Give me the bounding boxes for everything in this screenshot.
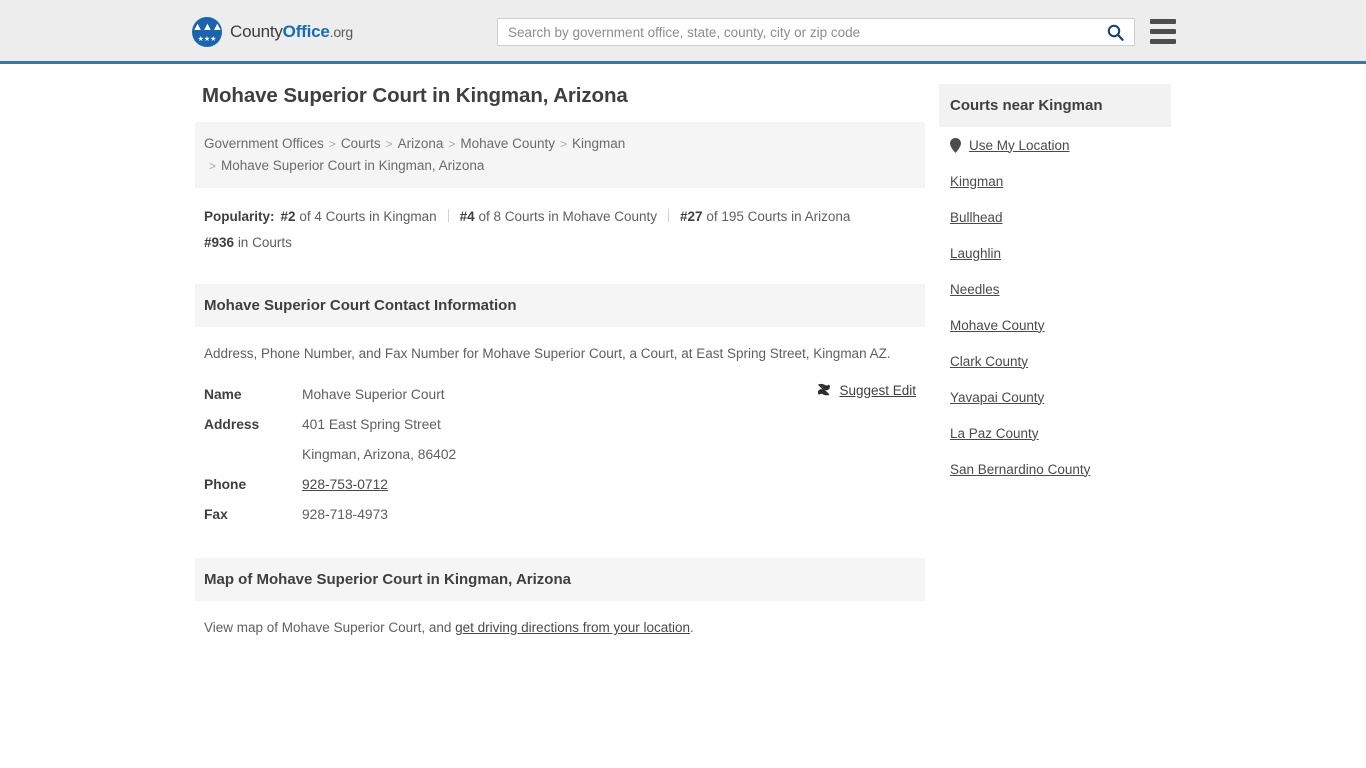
brand-prefix: County [230,22,283,41]
contact-details: Suggest Edit Name Mohave Superior Court … [195,380,925,530]
contact-value-city-state-zip: Kingman, Arizona, 86402 [302,447,457,462]
breadcrumb: Government Offices > Courts > Arizona > Mohave… [195,122,925,188]
sidebar-link[interactable]: Mohave County [950,318,1045,333]
sidebar-link[interactable]: Clark County [950,354,1028,369]
brand-tld: .org [329,24,354,40]
breadcrumb-current: Mohave Superior Court in Kingman, Arizon… [221,158,485,173]
menu-bar-3 [1150,39,1176,44]
breadcrumb-separator: > [448,137,456,151]
breadcrumb-item-arizona[interactable]: Arizona [398,136,444,151]
site-logo-link[interactable]: ▲▲▲ ★★★ CountyOffice.org [192,17,353,47]
sidebar-item-mohave-county[interactable]: Mohave County [950,307,1160,343]
search-icon [1107,24,1124,41]
popularity-text: of 195 Courts in Arizona [706,209,851,224]
suggest-edit-label: Suggest Edit [839,382,916,398]
popularity-rank: #27 [680,209,703,224]
contact-row-phone: Phone 928-753-0712 [195,470,925,500]
contact-row-fax: Fax 928-718-4973 [195,500,925,530]
eagle-seal-icon: ▲▲▲ ★★★ [192,17,222,47]
contact-value-name: Mohave Superior Court [302,387,445,402]
popularity-rank: #2 [280,209,296,224]
breadcrumb-separator: > [209,159,217,173]
site-header: ▲▲▲ ★★★ CountyOffice.org [0,0,1366,64]
contact-label: Fax [204,507,228,522]
breadcrumb-separator: > [385,137,393,151]
popularity-text: in Courts [237,235,292,250]
hamburger-menu-icon[interactable] [1150,19,1176,44]
contact-label: Name [204,387,242,402]
map-section-heading: Map of Mohave Superior Court in Kingman,… [195,558,925,601]
map-section-description: View map of Mohave Superior Court, and g… [204,618,925,638]
popularity-label: Popularity: [204,209,275,224]
contact-value-phone: 928-753-0712 [302,470,388,500]
brand-wordmark: CountyOffice.org [230,22,353,42]
popularity-item-kingman: #2 of 4 Courts in Kingman [281,209,437,224]
sidebar-link[interactable]: Laughlin [950,246,1001,261]
map-text-before: View map of Mohave Superior Court, and [204,620,456,635]
sidebar-item-needles[interactable]: Needles [950,271,1160,307]
sidebar-item-laughlin[interactable]: Laughlin [950,235,1160,271]
sidebar: Courts near Kingman Use My Location King… [939,84,1171,487]
breadcrumb-item-mohave-county[interactable]: Mohave County [460,136,555,151]
sidebar-list: Use My Location Kingman Bullhead Laughli… [939,127,1171,487]
menu-bar-1 [1150,19,1176,24]
suggest-edit-button[interactable]: Suggest Edit [816,382,916,398]
sidebar-link[interactable]: Bullhead [950,210,1003,225]
brand-accent: Office [282,22,330,41]
search-bar [497,18,1135,46]
contact-value-street: 401 East Spring Street [302,417,441,432]
popularity-rank: #936 [204,235,235,250]
sidebar-item-bullhead[interactable]: Bullhead [950,199,1160,235]
popularity-row: Popularity: #2 of 4 Courts in Kingman #4 o… [204,204,925,256]
sidebar-item-san-bernardino-county[interactable]: San Bernardino County [950,451,1160,487]
sidebar-item-yavapai-county[interactable]: Yavapai County [950,379,1160,415]
popularity-text: of 8 Courts in Mohave County [478,209,658,224]
popularity-item-courts: #936 in Courts [204,235,292,250]
phone-link[interactable]: 928-753-0712 [302,477,388,492]
contact-section-description: Address, Phone Number, and Fax Number fo… [204,346,891,361]
sidebar-item-use-my-location[interactable]: Use My Location [950,127,1160,163]
popularity-text: of 4 Courts in Kingman [299,209,437,224]
breadcrumb-item-courts[interactable]: Courts [341,136,381,151]
popularity-item-mohave-county: #4 of 8 Courts in Mohave County [460,209,657,224]
contact-section-heading: Mohave Superior Court Contact Informatio… [195,284,925,327]
contact-row-address: Address 401 East Spring Street [195,410,925,440]
breadcrumb-separator: > [328,137,336,151]
breadcrumb-item-government-offices[interactable]: Government Offices [204,136,324,151]
search-input[interactable] [498,19,1096,45]
contact-label: Address [204,417,260,432]
sidebar-item-la-paz-county[interactable]: La Paz County [950,415,1160,451]
sidebar-link[interactable]: San Bernardino County [950,462,1090,477]
page-title: Mohave Superior Court in Kingman, Arizon… [202,84,628,107]
sidebar-item-kingman[interactable]: Kingman [950,163,1160,199]
breadcrumb-item-kingman[interactable]: Kingman [572,136,625,151]
popularity-divider [668,209,670,222]
map-pin-icon [950,137,961,153]
main-column: Mohave Superior Court in Kingman, Arizon… [195,84,925,638]
sidebar-item-clark-county[interactable]: Clark County [950,343,1160,379]
popularity-divider [447,209,449,222]
edit-suggest-icon [818,383,831,396]
search-button[interactable] [1096,19,1134,45]
popularity-rank: #4 [459,209,475,224]
popularity-item-arizona: #27 of 195 Courts in Arizona [680,209,850,224]
sidebar-link[interactable]: La Paz County [950,426,1039,441]
driving-directions-link[interactable]: get driving directions from your locatio… [455,620,690,635]
contact-value-fax: 928-718-4973 [302,507,388,522]
sidebar-heading: Courts near Kingman [939,84,1171,127]
menu-bar-2 [1150,29,1176,34]
contact-row-address-line2: Kingman, Arizona, 86402 [195,440,925,470]
breadcrumb-separator: > [559,137,567,151]
page-container: Mohave Superior Court in Kingman, Arizon… [195,64,1171,638]
use-my-location-link[interactable]: Use My Location [969,138,1070,153]
sidebar-link[interactable]: Kingman [950,174,1003,189]
sidebar-link[interactable]: Needles [950,282,1000,297]
contact-label: Phone [204,477,247,492]
sidebar-link[interactable]: Yavapai County [950,390,1044,405]
map-text-after: . [690,620,694,635]
